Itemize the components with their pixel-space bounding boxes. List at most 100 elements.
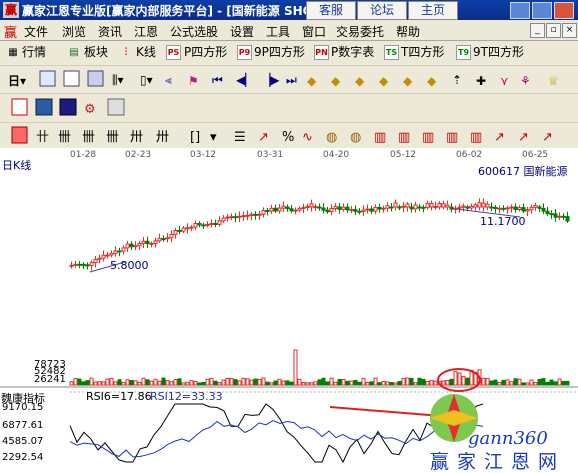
t-square-button[interactable]: T四方形 — [401, 44, 444, 61]
menu-trade[interactable]: 交易委托 — [336, 23, 384, 40]
menu-gann[interactable]: 江恩 — [134, 23, 158, 40]
candle-body — [445, 204, 450, 208]
indicator-tick: 6877.61 — [2, 420, 44, 431]
indicator-icon: ⫷ — [165, 73, 172, 87]
drawing-tools-strip[interactable]: 日▾ ⫼▾ ▯▾ ⫷ ⚑ ⏮ ◀▏ ▕▶ ⏭ ◆ ◆ ◆ ◆ ◆ ◆ ⇡ ✚ ⋎… — [0, 66, 578, 93]
candle-body — [233, 216, 238, 219]
forum-button[interactable]: 论坛 — [357, 1, 407, 20]
utility-tools-strip[interactable]: ⚙ — [0, 94, 160, 122]
9t-square-button[interactable]: 9T四方形 — [473, 44, 524, 61]
menu-file[interactable]: 文件 — [24, 23, 48, 40]
home-button[interactable]: 主页 — [408, 1, 458, 20]
candle-body — [541, 207, 546, 212]
volume-bar — [297, 378, 302, 386]
candle-body — [397, 206, 402, 209]
9p-square-button[interactable]: 9P四方形 — [254, 44, 305, 61]
percent-icon: % — [282, 130, 294, 145]
candle-body — [121, 247, 126, 252]
customer-service-button[interactable]: 客服 — [306, 1, 356, 20]
grid6-icon: 卅 — [156, 130, 169, 145]
candle-body — [425, 202, 430, 208]
candle-body — [85, 264, 90, 267]
candle-body — [521, 207, 526, 212]
volume-bar — [185, 381, 190, 386]
minimize-icon[interactable] — [510, 2, 530, 19]
p-square-button[interactable]: P四方形 — [184, 44, 227, 61]
mdi-close-icon[interactable]: × — [562, 23, 577, 38]
quote-button[interactable]: 行情 — [22, 44, 46, 61]
volume-bar — [193, 381, 198, 386]
date-tick: 03-12 — [190, 150, 217, 160]
app-menu-icon[interactable]: 赢 — [4, 22, 17, 41]
doc-icon — [63, 70, 80, 87]
candle-body — [77, 263, 82, 266]
menu-browse[interactable]: 浏览 — [62, 23, 86, 40]
menu-tools[interactable]: 工具 — [266, 23, 290, 40]
menu-window[interactable]: 窗口 — [302, 23, 326, 40]
candle-body — [133, 245, 138, 248]
maximize-icon[interactable] — [532, 2, 552, 19]
candle-body — [557, 215, 562, 218]
volume-bar — [197, 382, 202, 386]
analysis-tools-strip[interactable]: 卄 卌 卌 卌 卅 卅 [] ▾ ☰ ↗ % ∿ ◍ ◍ ▥ ▥ ▥ ▥ ▥ ↗… — [0, 123, 578, 148]
left-icon: ◆ — [403, 74, 413, 88]
volume-bar — [177, 378, 182, 386]
menu-news[interactable]: 资讯 — [98, 23, 122, 40]
candle-body — [437, 202, 442, 208]
mdi-restore-icon[interactable]: ▫ — [546, 23, 561, 38]
tick-grid-icon: 卄 — [36, 130, 49, 145]
first-icon: ⏮ — [212, 73, 223, 87]
close-icon[interactable] — [554, 2, 574, 19]
layout-icon: 日▾ — [8, 74, 26, 88]
candle-body — [177, 230, 182, 233]
p-number-icon: PN — [314, 45, 329, 60]
candle-body — [353, 209, 358, 212]
volume-bar — [157, 380, 162, 386]
candle-body — [369, 208, 374, 212]
cursor-icon: ⇡ — [452, 73, 462, 87]
menu-settings[interactable]: 设置 — [230, 23, 254, 40]
print-icon — [107, 98, 125, 116]
candle-body — [489, 206, 494, 209]
volume-bar — [373, 377, 378, 386]
volume-bar — [89, 377, 94, 386]
volume-bar — [77, 378, 82, 386]
candle-body — [217, 220, 222, 225]
candle-body — [205, 223, 210, 226]
candle-body — [185, 227, 190, 230]
volume-bar — [405, 377, 410, 386]
menu-formula[interactable]: 公式选股 — [170, 23, 218, 40]
candle-body — [497, 207, 502, 210]
grid3-icon: 卌 — [82, 130, 95, 145]
volume-bar — [333, 381, 338, 386]
candle-body — [101, 254, 106, 259]
candle-body — [545, 210, 550, 215]
candle-body — [89, 262, 94, 266]
period-label: 日K线 — [2, 159, 32, 172]
candle-body — [553, 213, 558, 218]
candle-body — [157, 238, 162, 242]
sector-button[interactable]: 板块 — [84, 44, 108, 61]
mdi-minimize-icon[interactable]: _ — [530, 23, 545, 38]
volume-bar — [377, 382, 382, 386]
candle-body — [477, 202, 482, 208]
candle-body — [357, 210, 362, 213]
candle-body — [409, 206, 414, 210]
kline-button[interactable]: K线 — [136, 44, 156, 61]
candle-body — [261, 210, 266, 215]
volume-bar — [105, 378, 110, 386]
candle-body — [109, 252, 114, 256]
candle-body — [321, 207, 326, 211]
candle-body — [117, 250, 122, 253]
volume-bar — [189, 380, 194, 386]
p-number-button[interactable]: P数字表 — [331, 44, 374, 61]
candle-body — [97, 257, 102, 260]
menu-help[interactable]: 帮助 — [396, 23, 420, 40]
volume-bar — [93, 381, 98, 386]
volume-bar — [353, 379, 358, 386]
volume-bar — [225, 377, 230, 386]
candle-body — [473, 204, 478, 208]
9t-square-icon: T9 — [456, 45, 471, 60]
volume-bar — [241, 377, 246, 386]
candle-body — [465, 206, 470, 209]
